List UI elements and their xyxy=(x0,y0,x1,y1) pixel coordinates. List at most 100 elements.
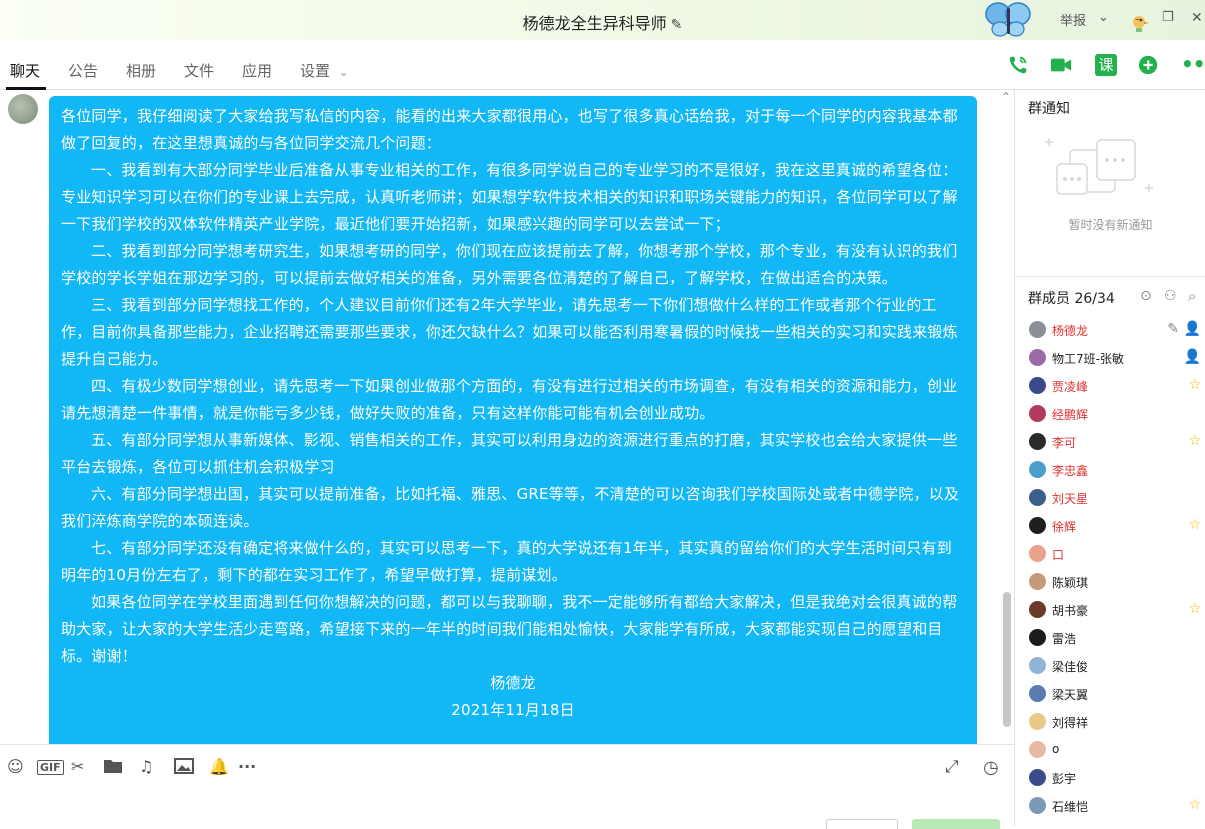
video-call-icon[interactable] xyxy=(1049,54,1073,76)
message-paragraph: 七、有部分同学还没有确定将来做什么的，其实可以思考一下，真的大学说还有1年半，其… xyxy=(61,539,952,584)
message-paragraph: 各位同学，我仔细阅读了大家给我写私信的内容，能看的出来大家都很用心，也写了很多真… xyxy=(61,107,958,152)
member-row[interactable]: 梁佳俊 xyxy=(1027,652,1205,680)
bell-icon[interactable]: 🔔 xyxy=(209,757,229,776)
expand-icon[interactable]: ⤢ xyxy=(945,757,959,777)
member-name: 陈颖琪 xyxy=(1052,576,1089,590)
member-name: 梁天翼 xyxy=(1052,688,1089,702)
member-row[interactable]: o xyxy=(1027,736,1205,764)
report-button[interactable]: 举报 xyxy=(1060,10,1086,29)
member-name: 李可 xyxy=(1052,436,1077,450)
tab-chat[interactable]: 聊天 xyxy=(10,60,40,81)
title-bar: 杨德龙全生异科导师 ✎ 举报 ⌄ – ❐ ✕ xyxy=(0,0,1205,40)
close-input-button[interactable] xyxy=(826,819,898,829)
tab-announcement[interactable]: 公告 xyxy=(68,60,98,81)
member-row[interactable]: 陈颖琪 xyxy=(1027,568,1205,596)
member-avatar[interactable] xyxy=(1029,349,1046,366)
member-row[interactable]: 贾凌峰 ☆ xyxy=(1027,372,1205,400)
edit-name-icon[interactable]: ✎ xyxy=(671,17,683,33)
member-row[interactable]: 李可 ☆ xyxy=(1027,428,1205,456)
folder-icon[interactable] xyxy=(103,758,123,774)
member-name: 口 xyxy=(1052,548,1065,562)
member-name: 徐辉 xyxy=(1052,520,1077,534)
sender-avatar[interactable] xyxy=(8,94,38,124)
member-row[interactable]: 刘得祥 xyxy=(1027,708,1205,736)
star-icon: ☆ xyxy=(1188,601,1201,617)
tab-bar: 聊天 公告 相册 文件 应用 设置 ⌄ 课 ••• xyxy=(0,40,1205,90)
find-member-icon[interactable]: ⊙ xyxy=(1140,288,1152,304)
member-avatar[interactable] xyxy=(1029,461,1046,478)
course-button[interactable]: 课 xyxy=(1095,54,1117,76)
chat-scrollbar[interactable] xyxy=(1003,592,1011,727)
member-row[interactable]: 杨德龙 ✎ 👤 xyxy=(1027,316,1205,344)
send-button[interactable] xyxy=(912,819,1000,829)
edit-card-icon[interactable]: ✎ xyxy=(1167,321,1179,337)
phone-call-icon[interactable] xyxy=(1006,54,1030,76)
close-icon[interactable]: ✕ xyxy=(1191,10,1203,26)
gif-icon[interactable]: GIF xyxy=(37,760,64,775)
tab-apps[interactable]: 应用 xyxy=(242,60,272,81)
add-app-icon[interactable] xyxy=(1137,54,1161,76)
member-avatar[interactable] xyxy=(1029,769,1046,786)
message-bubble[interactable]: 各位同学，我仔细阅读了大家给我写私信的内容，能看的出来大家都很用心，也写了很多真… xyxy=(49,96,977,744)
member-row[interactable]: 徐辉 ☆ xyxy=(1027,512,1205,540)
member-row[interactable]: 口 xyxy=(1027,540,1205,568)
music-icon[interactable]: ♫ xyxy=(139,757,153,776)
member-avatar[interactable] xyxy=(1029,321,1046,338)
chevron-down-icon[interactable]: ⌄ xyxy=(1098,10,1109,25)
member-avatar[interactable] xyxy=(1029,545,1046,562)
emoji-icon[interactable]: ☺ xyxy=(7,757,24,776)
member-avatar[interactable] xyxy=(1029,601,1046,618)
member-avatar[interactable] xyxy=(1029,713,1046,730)
scissors-icon[interactable]: ✂ xyxy=(71,757,84,776)
tab-album[interactable]: 相册 xyxy=(126,60,156,81)
member-row[interactable]: 彭宇 xyxy=(1027,764,1205,792)
chat-history[interactable]: 各位同学，我仔细阅读了大家给我写私信的内容，能看的出来大家都很用心，也写了很多真… xyxy=(0,90,1014,744)
member-avatar[interactable] xyxy=(1029,657,1046,674)
chevron-down-icon: ⌄ xyxy=(338,65,349,79)
history-clock-icon[interactable]: ◷ xyxy=(983,757,999,778)
member-avatar[interactable] xyxy=(1029,405,1046,422)
member-avatar[interactable] xyxy=(1029,797,1046,814)
member-avatar[interactable] xyxy=(1029,517,1046,534)
member-avatar[interactable] xyxy=(1029,377,1046,394)
empty-notice-icon xyxy=(1045,138,1153,195)
add-member-icon[interactable]: ⚇ xyxy=(1164,288,1177,304)
message-paragraph: 五、有部分同学想从事新媒体、影视、销售相关的工作，其实可以利用身边的资源进行重点… xyxy=(61,431,958,476)
collapse-icon[interactable]: ⌃ xyxy=(1001,90,1011,104)
restore-icon[interactable]: ❐ xyxy=(1162,10,1174,25)
member-avatar[interactable] xyxy=(1029,741,1046,758)
member-avatar[interactable] xyxy=(1029,685,1046,702)
star-icon: ☆ xyxy=(1188,433,1201,449)
no-notice-text: 暂时没有新通知 xyxy=(1068,218,1153,232)
message-paragraph: 如果各位同学在学校里面遇到任何你想解决的问题，都可以与我聊聊，我不一定能够所有都… xyxy=(61,593,958,665)
butterfly-decoration-icon xyxy=(985,2,1031,37)
tab-settings-label: 设置 xyxy=(300,62,331,80)
member-row[interactable]: 胡书豪 ☆ xyxy=(1027,596,1205,624)
member-avatar[interactable] xyxy=(1029,489,1046,506)
image-icon[interactable] xyxy=(174,758,194,774)
more-options-icon[interactable]: ••• xyxy=(1181,52,1205,76)
member-name: 梁佳俊 xyxy=(1052,660,1089,674)
member-count-title: 群成员 26/34 xyxy=(1028,291,1115,307)
tab-settings[interactable]: 设置 ⌄ xyxy=(300,60,349,81)
member-row[interactable]: 雷浩 xyxy=(1027,624,1205,652)
member-row[interactable]: 物工7班-张敏 👤 xyxy=(1027,344,1205,372)
tab-files[interactable]: 文件 xyxy=(184,60,214,81)
member-row[interactable]: 刘天星 xyxy=(1027,484,1205,512)
minimize-icon[interactable]: – xyxy=(1135,12,1142,27)
member-name: 贾凌峰 xyxy=(1052,380,1089,394)
more-tools-icon[interactable]: ··· xyxy=(238,757,256,776)
member-avatar[interactable] xyxy=(1029,629,1046,646)
member-row[interactable]: 经鹏辉 xyxy=(1027,400,1205,428)
member-avatar[interactable] xyxy=(1029,433,1046,450)
search-icon[interactable]: ⌕ xyxy=(1188,287,1196,305)
member-name: 胡书豪 xyxy=(1052,604,1089,618)
message-paragraph: 四、有极少数同学想创业，请先思考一下如果创业做那个方面的，有没有进行过相关的市场… xyxy=(61,377,958,422)
member-avatar[interactable] xyxy=(1029,573,1046,590)
message-input-area[interactable]: ☺ GIF ✂ ♫ 🔔 ··· ⤢ ◷ xyxy=(0,744,1014,829)
member-row[interactable]: 梁天翼 xyxy=(1027,680,1205,708)
message-paragraph: 二、我看到部分同学想考研究生，如果想考研的同学，你们现在应该提前去了解，你想考那… xyxy=(61,242,958,287)
member-row[interactable]: 石维恺 ☆ xyxy=(1027,792,1205,820)
member-row[interactable]: 李忠鑫 xyxy=(1027,456,1205,484)
member-name: 杨德龙 xyxy=(1052,324,1089,338)
